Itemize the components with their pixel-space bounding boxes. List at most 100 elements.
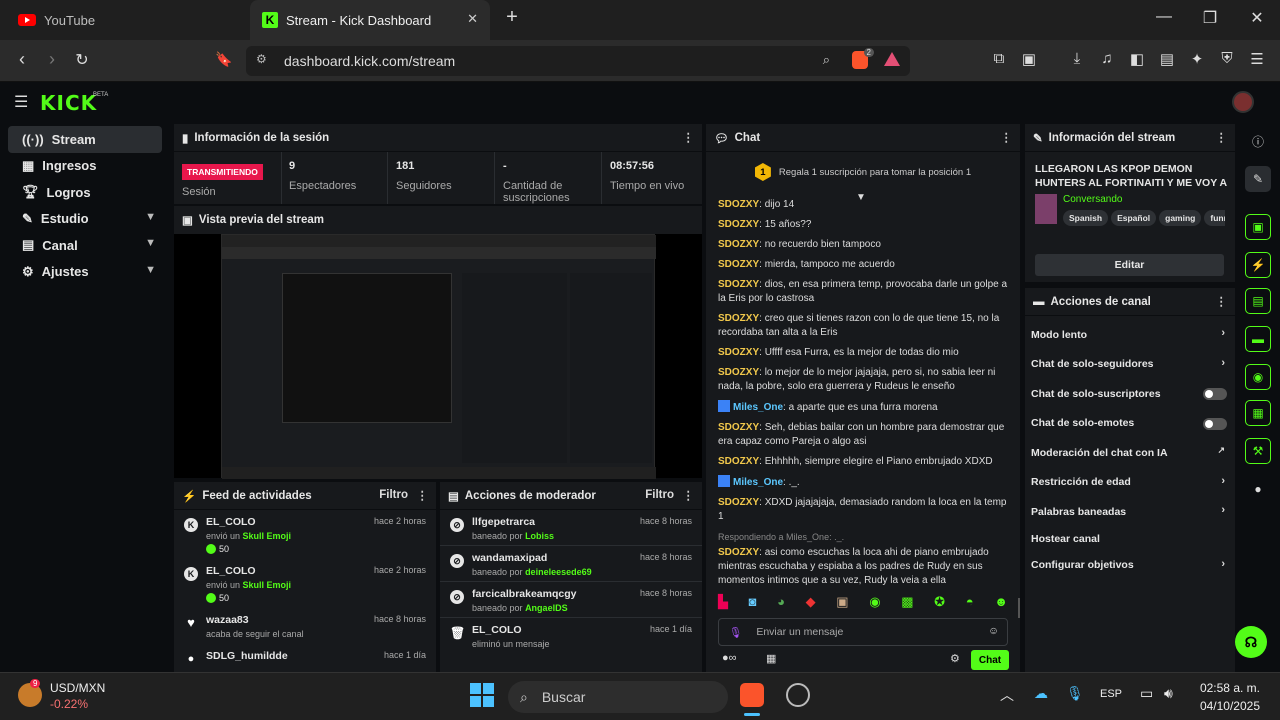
host-channel-row[interactable]: Hostear canal: [1025, 527, 1235, 551]
vpn-icon[interactable]: ⛨: [1216, 50, 1238, 67]
minimize-icon[interactable]: —: [1152, 8, 1176, 26]
emotes-only-toggle[interactable]: [1203, 417, 1227, 430]
banned-words-row[interactable]: Palabras baneadas ›: [1025, 497, 1235, 527]
goals-row[interactable]: Configurar objetivos ›: [1025, 551, 1235, 581]
volume-icon[interactable]: 🔊︎: [1164, 685, 1173, 702]
chat-username[interactable]: SDOZXY: [718, 422, 759, 433]
back-icon[interactable]: ‹: [10, 49, 34, 70]
language-indicator[interactable]: ESP: [1100, 688, 1122, 700]
clock-date[interactable]: 04/10/2025: [1196, 699, 1260, 713]
chat-username[interactable]: SDOZXY: [718, 547, 759, 558]
layout-icon[interactable]: ▦: [1245, 400, 1271, 426]
brave-taskbar-icon[interactable]: [740, 683, 764, 707]
microphone-icon[interactable]: 🎙︎: [1066, 685, 1084, 702]
subscribers-only-toggle[interactable]: [1203, 388, 1227, 400]
chat-username[interactable]: SDOZXY: [718, 259, 759, 270]
brave-rewards-icon[interactable]: [884, 52, 900, 66]
broadcast-icon[interactable]: ◉: [1245, 364, 1271, 390]
gift-sub-banner[interactable]: 1 Regala 1 suscripción para tomar la pos…: [706, 152, 1020, 192]
chat-username[interactable]: SDOZXY: [718, 279, 759, 290]
restore-icon[interactable]: ❐: [1198, 8, 1222, 28]
more-options-icon[interactable]: ⋮: [1001, 130, 1013, 144]
hamburger-menu-icon[interactable]: ☰: [14, 92, 28, 112]
taskbar-search[interactable]: ⌕ Buscar: [508, 681, 728, 713]
menu-icon[interactable]: ☰: [1246, 50, 1268, 68]
chat-username[interactable]: SDOZXY: [718, 347, 759, 358]
sidebar-item-logros[interactable]: 🏆︎ Logros: [8, 179, 162, 206]
emote-icon[interactable]: ◓: [966, 594, 974, 616]
media-icon[interactable]: ♫: [1096, 50, 1118, 67]
wallet-icon[interactable]: ▤: [1156, 50, 1178, 68]
emote-icon[interactable]: ◕: [777, 594, 785, 616]
network-icon[interactable]: ▭: [1140, 685, 1153, 702]
chat-username[interactable]: SDOZXY: [718, 239, 759, 250]
screenshot-icon[interactable]: ▣: [1018, 50, 1040, 68]
emote-icon[interactable]: ✪: [934, 594, 945, 616]
show-hidden-icons[interactable]: ︿: [1000, 685, 1014, 705]
extensions-icon[interactable]: ⧉: [988, 50, 1010, 67]
clip-icon[interactable]: ▣: [1245, 214, 1271, 240]
slow-mode-row[interactable]: Modo lento ›: [1025, 320, 1235, 350]
obs-taskbar-icon[interactable]: [786, 683, 810, 707]
filter-button[interactable]: Filtro: [645, 489, 674, 501]
ticker-name[interactable]: USD/MXN: [50, 681, 105, 695]
tab-youtube[interactable]: YouTube: [6, 0, 246, 40]
avatar[interactable]: [1232, 91, 1254, 113]
kick-logo[interactable]: KICK: [40, 91, 97, 115]
notes-icon[interactable]: ▤: [1245, 288, 1271, 314]
bolt-icon[interactable]: ⚡: [1245, 252, 1271, 278]
followers-only-row[interactable]: Chat de solo-seguidores ›: [1025, 350, 1235, 380]
zoom-icon[interactable]: ⌕: [823, 52, 830, 68]
info-icon[interactable]: ⓘ: [1245, 128, 1271, 154]
store-icon[interactable]: ▦: [766, 652, 776, 665]
sidebar-item-ingresos[interactable]: ▦ Ingresos: [8, 153, 162, 180]
chat-username[interactable]: SDOZXY: [718, 219, 759, 230]
edit-icon[interactable]: ✎: [1245, 166, 1271, 192]
leo-ai-icon[interactable]: ✦: [1186, 50, 1208, 68]
emote-icon[interactable]: ◙: [749, 594, 757, 616]
close-window-icon[interactable]: ✕: [1245, 8, 1269, 28]
chat-settings-icon[interactable]: ⚙: [950, 652, 960, 665]
chat-username[interactable]: SDOZXY: [718, 456, 759, 467]
filter-button[interactable]: Filtro: [379, 489, 408, 501]
emote-icon[interactable]: ◉: [869, 594, 880, 616]
support-headset-icon[interactable]: ☊: [1235, 626, 1267, 658]
chat-username[interactable]: SDOZXY: [718, 497, 759, 508]
chat-input[interactable]: 🎙︎ Enviar un mensaje ☺: [718, 618, 1008, 646]
more-options-icon[interactable]: ⋮: [1216, 294, 1228, 308]
chat-username[interactable]: Miles_One: [733, 402, 783, 413]
chat-username[interactable]: SDOZXY: [718, 199, 759, 210]
chat-icon[interactable]: ▬: [1245, 326, 1271, 352]
chat-username[interactable]: SDOZXY: [718, 367, 759, 378]
more-options-icon[interactable]: ⋮: [683, 130, 695, 144]
bookmark-icon[interactable]: 🔖: [212, 51, 236, 68]
emote-icon[interactable]: ▙: [718, 594, 728, 616]
kicks-toggle-icon[interactable]: ●∞: [722, 652, 737, 664]
more-options-icon[interactable]: ⋮: [417, 488, 429, 502]
windows-start-icon[interactable]: [470, 683, 494, 707]
ai-moderation-row[interactable]: Moderación del chat con IA ↗: [1025, 438, 1235, 468]
stream-video[interactable]: [174, 234, 702, 479]
edit-stream-button[interactable]: Editar: [1035, 254, 1224, 276]
sidebar-item-ajustes[interactable]: ⚙ Ajustes ▼: [8, 259, 162, 286]
emote-icon[interactable]: ◆: [806, 594, 816, 616]
emoji-picker-icon[interactable]: ☺: [988, 625, 999, 637]
tab-kick-dashboard[interactable]: K Stream - Kick Dashboard ✕: [250, 0, 490, 40]
sidebar-item-estudio[interactable]: ✎ Estudio ▼: [8, 206, 162, 233]
chat-scrollbar[interactable]: [1018, 598, 1020, 618]
users-icon[interactable]: ●: [1245, 476, 1271, 502]
chat-username[interactable]: SDOZXY: [718, 313, 759, 324]
mic-icon[interactable]: 🎙︎: [729, 626, 742, 639]
category-name[interactable]: Conversando: [1063, 194, 1122, 205]
emote-icon[interactable]: ☻: [994, 594, 1008, 616]
sidebar-item-stream[interactable]: ((·)) Stream: [8, 126, 162, 153]
wrench-icon[interactable]: ⚒: [1245, 438, 1271, 464]
more-options-icon[interactable]: ⋮: [1216, 130, 1228, 144]
clock-time[interactable]: 02:58 a. m.: [1196, 681, 1260, 695]
forward-icon[interactable]: ›: [40, 49, 64, 70]
new-tab-icon[interactable]: +: [500, 6, 524, 29]
more-options-icon[interactable]: ⋮: [683, 488, 695, 502]
emote-icon[interactable]: ▩: [901, 594, 913, 616]
close-tab-icon[interactable]: ✕: [467, 11, 478, 27]
send-chat-button[interactable]: Chat: [971, 650, 1009, 670]
